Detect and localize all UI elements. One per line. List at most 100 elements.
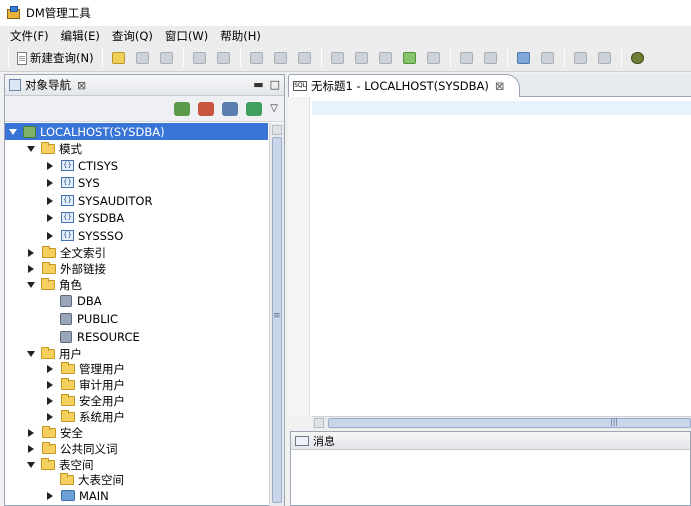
editor-tab-close-icon[interactable]: ⊠ (495, 79, 505, 93)
tree-node-label: DBA (77, 293, 102, 308)
tree-node[interactable]: MAIN (46, 487, 109, 504)
maximize-icon[interactable]: □ (270, 78, 280, 91)
tree-node[interactable]: LOCALHOST(SYSDBA) (5, 123, 268, 140)
collapsed-arrow-icon[interactable] (47, 213, 53, 222)
collapsed-arrow-icon[interactable] (47, 380, 53, 389)
tree-node-label: RESOURCE (77, 329, 140, 344)
new-query-button[interactable]: 新建查询(N) (13, 47, 98, 69)
layout-button[interactable] (538, 48, 558, 68)
disconnect-icon[interactable] (198, 101, 215, 116)
execute-button[interactable] (328, 48, 348, 68)
open-button[interactable] (109, 48, 129, 68)
toolbar-separator (563, 49, 565, 67)
messages-header[interactable]: 消息 (291, 432, 690, 450)
tree-node-label: 系统用户 (79, 409, 125, 424)
tree-node-label: 外部链接 (60, 261, 106, 276)
editor-horizontal-scrollbar[interactable]: ||| (312, 416, 691, 429)
menu-file[interactable]: 文件(F) (4, 28, 55, 44)
menu-edit[interactable]: 编辑(E) (55, 28, 106, 44)
expand-arrow-icon[interactable] (27, 350, 35, 357)
folder-icon (61, 361, 75, 374)
menu-help[interactable]: 帮助(H) (214, 28, 267, 44)
expand-arrow-icon[interactable] (27, 461, 35, 468)
folder-icon (61, 393, 75, 406)
view-menu-icon[interactable]: ▽ (270, 103, 278, 114)
menu-query[interactable]: 查询(Q) (106, 28, 159, 44)
window-titlebar: DM管理工具 (0, 0, 691, 26)
history-button[interactable] (571, 48, 591, 68)
explain-button[interactable] (352, 48, 372, 68)
expand-arrow-icon[interactable] (27, 281, 35, 288)
tree-node[interactable]: 公共同义词 (27, 440, 118, 457)
toolbar-separator (620, 49, 622, 67)
new-query-label: 新建查询(N) (30, 51, 94, 65)
tree-node[interactable]: 大表空间 (46, 471, 124, 488)
tree-node-label: SYS (78, 175, 100, 190)
tree-node[interactable]: 角色 (27, 276, 82, 293)
save-button[interactable] (133, 48, 153, 68)
collapsed-arrow-icon[interactable] (47, 412, 53, 421)
tree-node[interactable]: DBA (46, 292, 102, 309)
tree-node[interactable]: 安全用户 (46, 392, 125, 409)
collapsed-arrow-icon[interactable] (47, 178, 53, 187)
navigator-close-icon[interactable]: ⊠ (77, 79, 86, 92)
collapsed-arrow-icon[interactable] (47, 231, 53, 240)
tree-node[interactable]: 安全 (27, 424, 83, 441)
tree-node[interactable]: {} SYSAUDITOR (46, 192, 152, 209)
options-button[interactable] (514, 48, 534, 68)
redo-button[interactable] (214, 48, 234, 68)
debug-next-button[interactable] (595, 48, 615, 68)
tree-node-label: 审计用户 (79, 377, 125, 392)
tree-node[interactable]: {} CTISYS (46, 157, 118, 174)
tree-node[interactable]: 外部链接 (27, 260, 106, 277)
sql-editor[interactable] (288, 97, 691, 416)
tree-node[interactable]: PUBLIC (46, 310, 118, 327)
collapsed-arrow-icon[interactable] (47, 196, 53, 205)
undo-button[interactable] (190, 48, 210, 68)
expand-arrow-icon[interactable] (27, 145, 35, 152)
tree-node[interactable]: {} SYSDBA (46, 209, 124, 226)
format-button[interactable] (457, 48, 477, 68)
refresh-icon[interactable] (222, 101, 239, 116)
save-all-button[interactable] (157, 48, 177, 68)
comment-button[interactable] (481, 48, 501, 68)
collapsed-arrow-icon[interactable] (28, 428, 34, 437)
tree-node[interactable]: 系统用户 (46, 408, 125, 425)
tree-node-label: 安全用户 (79, 393, 125, 408)
scroll-up-icon[interactable] (272, 125, 282, 135)
tree-node[interactable]: 全文索引 (27, 244, 106, 261)
collapsed-arrow-icon[interactable] (28, 264, 34, 273)
stop-button[interactable] (424, 48, 444, 68)
step-button[interactable] (376, 48, 396, 68)
tree-node[interactable]: {} SYS (46, 174, 100, 191)
collapsed-arrow-icon[interactable] (47, 161, 53, 170)
collapse-all-icon[interactable] (246, 101, 263, 116)
tree-node[interactable]: 模式 (27, 140, 82, 157)
minimize-icon[interactable]: ▬ (253, 78, 263, 91)
tree-node-label: SYSSSO (78, 228, 124, 243)
navigator-vertical-scrollbar[interactable]: ≡ (269, 123, 284, 506)
collapsed-arrow-icon[interactable] (28, 444, 34, 453)
scroll-left-icon[interactable] (314, 418, 324, 428)
collapsed-arrow-icon[interactable] (47, 364, 53, 373)
scrollbar-thumb[interactable] (328, 418, 691, 428)
debug-button[interactable] (628, 48, 648, 68)
schema-icon: {} (61, 230, 74, 241)
expand-arrow-icon[interactable] (9, 128, 17, 135)
tree-node[interactable]: 审计用户 (46, 376, 125, 393)
paste-button[interactable] (295, 48, 315, 68)
collapsed-arrow-icon[interactable] (47, 491, 53, 500)
menu-window[interactable]: 窗口(W) (159, 28, 214, 44)
tree-node[interactable]: RESOURCE (46, 328, 140, 345)
step-icon (379, 52, 393, 64)
connect-icon[interactable] (174, 101, 191, 116)
cut-button[interactable] (247, 48, 267, 68)
collapsed-arrow-icon[interactable] (28, 248, 34, 257)
folder-icon (41, 457, 55, 470)
tree-node[interactable]: 管理用户 (46, 360, 125, 377)
editor-tab-untitled1[interactable]: SQL 无标题1 - LOCALHOST(SYSDBA) ⊠ (288, 74, 520, 97)
copy-button[interactable] (271, 48, 291, 68)
tree-node[interactable]: {} SYSSSO (46, 227, 123, 244)
commit-button[interactable] (400, 48, 420, 68)
collapsed-arrow-icon[interactable] (47, 396, 53, 405)
